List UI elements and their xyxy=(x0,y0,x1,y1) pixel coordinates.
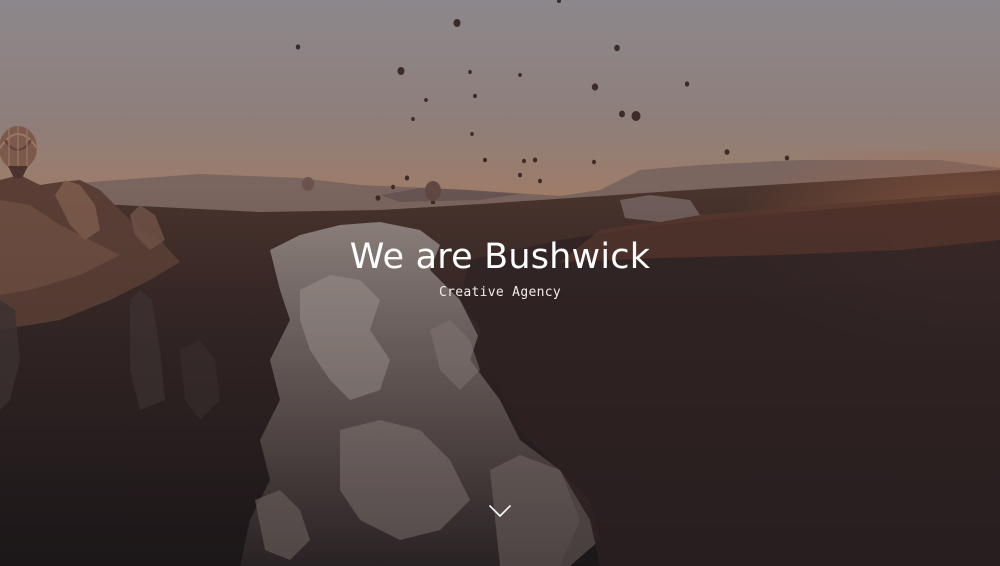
hero-title: We are Bushwick xyxy=(349,237,651,277)
scroll-down-button[interactable] xyxy=(486,500,514,522)
hero-content: We are Bushwick Creative Agency xyxy=(0,232,1000,302)
chevron-down-icon xyxy=(489,505,511,517)
hero-subtitle: Creative Agency xyxy=(439,285,561,300)
hero-section: We are Bushwick Creative Agency xyxy=(0,0,1000,566)
